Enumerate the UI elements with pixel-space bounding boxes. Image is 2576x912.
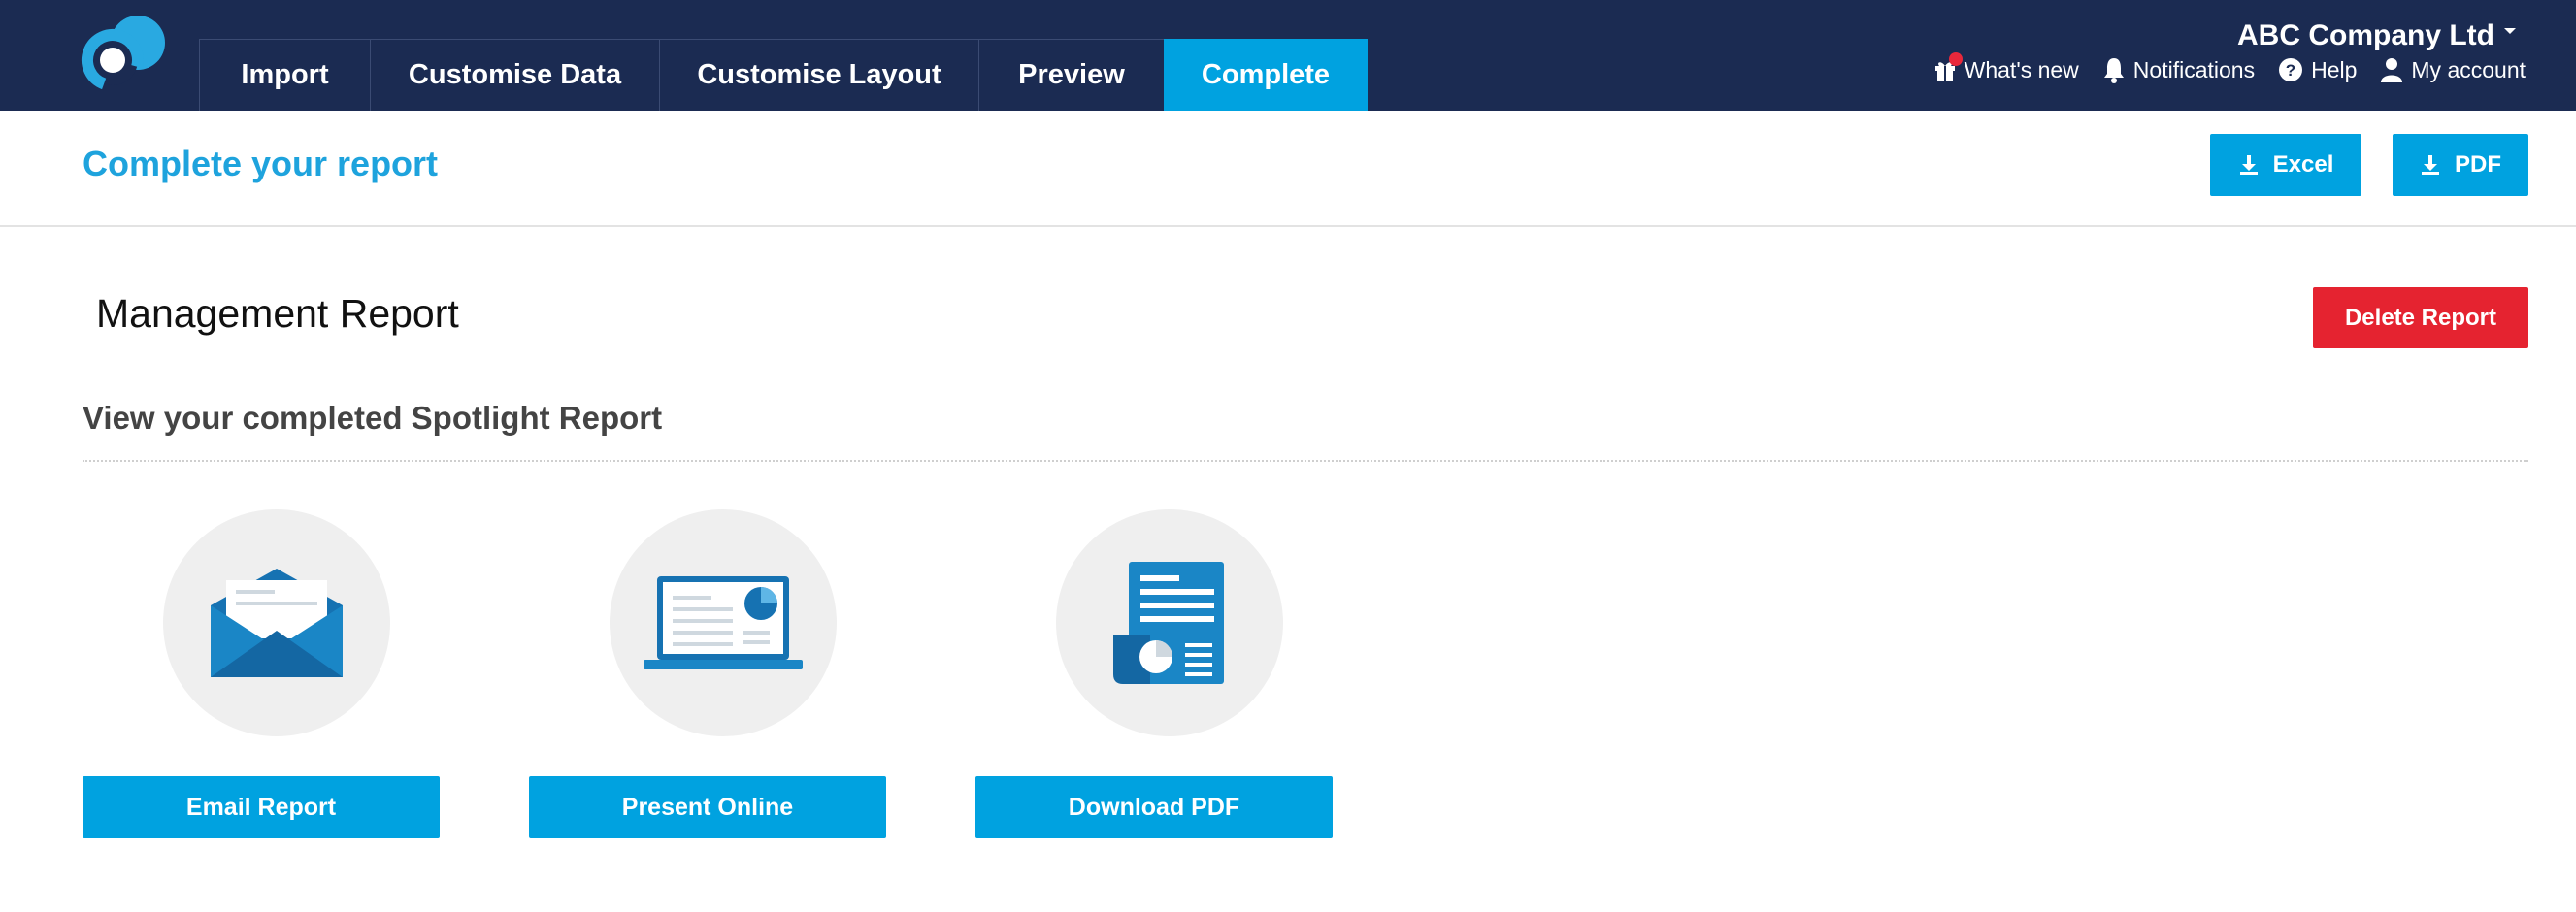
- gift-icon: [1933, 52, 1963, 81]
- excel-label: Excel: [2272, 151, 2334, 178]
- email-icon-circle: [163, 509, 390, 736]
- envelope-icon: [211, 569, 343, 677]
- whats-new-label: What's new: [1964, 56, 2079, 82]
- tab-customise-data[interactable]: Customise Data: [370, 39, 659, 111]
- present-online-button[interactable]: Present Online: [529, 776, 886, 838]
- user-icon: [2381, 58, 2403, 82]
- help-label: Help: [2311, 56, 2358, 82]
- company-switcher[interactable]: ABC Company Ltd: [2237, 19, 2516, 52]
- download-icon: [2239, 155, 2258, 175]
- tab-customise-layout[interactable]: Customise Layout: [659, 39, 978, 111]
- present-icon-circle: [610, 509, 837, 736]
- caret-down-icon: [2504, 28, 2516, 34]
- download-icon-circle: [1056, 509, 1283, 736]
- download-icon: [2422, 155, 2439, 175]
- notifications-link[interactable]: Notifications: [2102, 56, 2255, 83]
- notifications-label: Notifications: [2132, 56, 2256, 82]
- main-tabs: Import Customise Data Customise Layout P…: [199, 39, 1368, 111]
- question-circle-icon: ?: [2279, 58, 2303, 81]
- svg-text:?: ?: [2286, 61, 2295, 80]
- help-link[interactable]: ? Help: [2278, 57, 2357, 83]
- utility-links: What's new Notifications ? Help My accou…: [1933, 52, 2526, 83]
- document-icon: [1113, 562, 1224, 684]
- pdf-label: PDF: [2455, 151, 2501, 178]
- page-title: Complete your report: [83, 144, 439, 183]
- section-title: View your completed Spotlight Report: [83, 400, 663, 436]
- top-navigation-bar: Import Customise Data Customise Layout P…: [0, 0, 2576, 111]
- my-account-link[interactable]: My account: [2380, 57, 2526, 83]
- my-account-label: My account: [2411, 56, 2526, 82]
- new-badge-dot: [1948, 52, 1963, 66]
- report-name: Management Report: [96, 291, 459, 336]
- export-excel-button[interactable]: Excel: [2210, 134, 2361, 196]
- spotlight-logo-icon[interactable]: [80, 14, 171, 91]
- download-pdf-button[interactable]: Download PDF: [975, 776, 1333, 838]
- laptop-icon: [644, 576, 803, 669]
- section-divider: [83, 460, 2528, 462]
- tab-preview[interactable]: Preview: [978, 39, 1164, 111]
- company-name: ABC Company Ltd: [2237, 19, 2494, 51]
- delete-report-button[interactable]: Delete Report: [2313, 287, 2528, 348]
- whats-new-link[interactable]: What's new: [1933, 52, 2079, 83]
- email-report-button[interactable]: Email Report: [83, 776, 440, 838]
- export-pdf-button[interactable]: PDF: [2393, 134, 2528, 196]
- tab-complete[interactable]: Complete: [1164, 39, 1368, 111]
- page-header: Complete your report Excel PDF: [0, 111, 2576, 227]
- bell-icon: [2103, 58, 2124, 83]
- tab-import[interactable]: Import: [199, 39, 370, 111]
